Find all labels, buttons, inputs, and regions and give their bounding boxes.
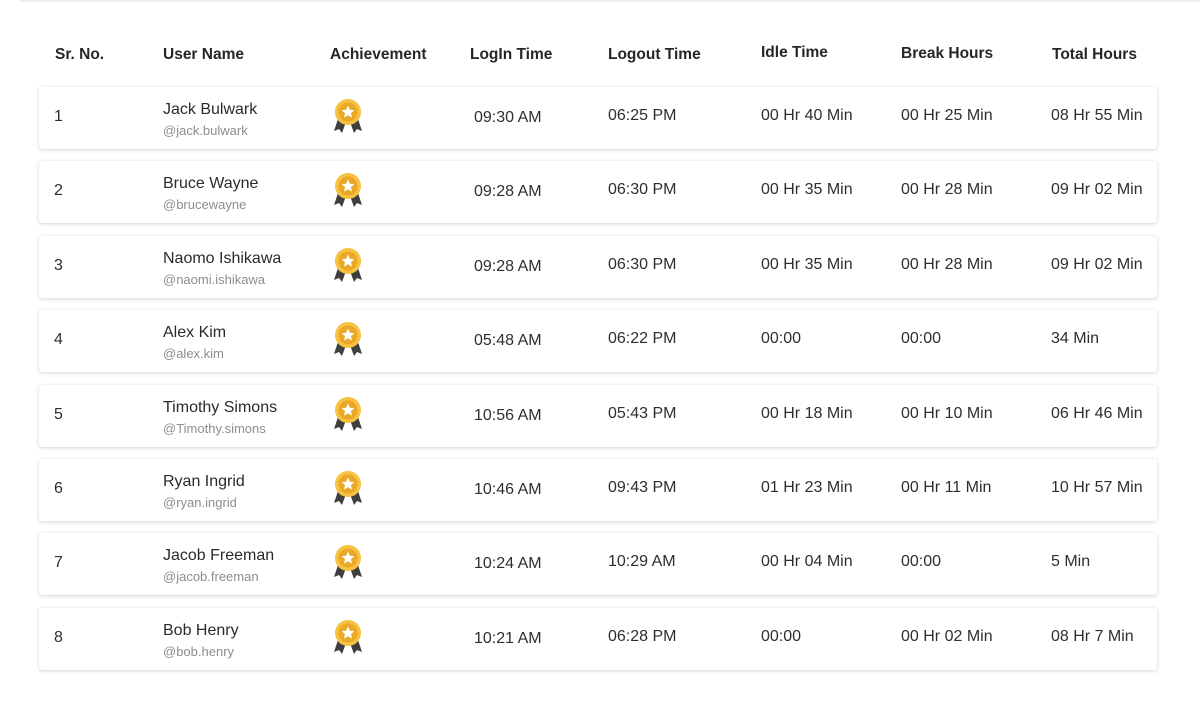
idle-time-cell: 00:00 [761,330,802,347]
login-time-cell: 10:56 AM [474,407,542,424]
user-handle: @alex.kim [163,346,224,361]
header-idle-time: Idle Time [761,44,828,61]
logout-time-cell: 06:25 PM [608,107,677,124]
logout-time-cell: 10:29 AM [608,553,676,570]
user-name: Jacob Freeman [163,547,275,564]
total-hours-cell: 08 Hr 7 Min [1051,628,1134,645]
award-medal-icon [331,320,365,360]
top-divider [20,0,1200,2]
header-total-hours: Total Hours [1052,46,1137,63]
user-name: Bob Henry [163,622,239,639]
total-hours-cell: 08 Hr 55 Min [1051,107,1143,124]
sr-no-cell: 2 [54,182,63,199]
idle-time-cell: 00 Hr 35 Min [761,256,853,273]
user-handle: @bob.henry [163,644,235,659]
login-time-cell: 10:21 AM [474,630,542,647]
user-name: Alex Kim [163,324,227,341]
user-handle: @jack.bulwark [163,123,248,138]
sr-no-cell: 3 [54,257,63,274]
logout-time-cell: 06:30 PM [608,256,677,273]
logout-time-cell: 06:22 PM [608,330,677,347]
table-row[interactable]: 5 Timothy Simons @Timothy.simons 10:56 AM 05… [39,385,1157,447]
total-hours-cell: 10 Hr 57 Min [1051,479,1143,496]
award-medal-icon [331,469,365,509]
total-hours-cell: 5 Min [1051,553,1091,570]
idle-time-cell: 00 Hr 40 Min [761,107,853,124]
logout-time-cell: 05:43 PM [608,405,677,422]
idle-time-cell: 00 Hr 04 Min [761,553,853,570]
header-break-hours: Break Hours [901,45,994,62]
table-row[interactable]: 1 Jack Bulwark @jack.bulwark 09:30 AM 06:25 … [39,87,1157,149]
table-row[interactable]: 8 Bob Henry @bob.henry 10:21 AM 06:28 PM 00:0… [39,608,1157,670]
user-name: Naomo Ishikawa [163,250,282,267]
award-medal-icon [331,395,365,435]
break-hours-cell: 00 Hr 28 Min [901,256,993,273]
logout-time-cell: 09:43 PM [608,479,677,496]
table-row[interactable]: 7 Jacob Freeman @jacob.freeman 10:24 AM 10:2… [39,533,1157,595]
header-achievement: Achievement [330,46,427,63]
sr-no-cell: 6 [54,480,63,497]
table-row[interactable]: 2 Bruce Wayne @brucewayne 09:28 AM 06:30 PM 0… [39,161,1157,223]
idle-time-cell: 00 Hr 18 Min [761,405,853,422]
table-row[interactable]: 6 Ryan Ingrid @ryan.ingrid 10:46 AM 09:43 PM… [39,459,1157,521]
login-time-cell: 05:48 AM [474,332,542,349]
award-medal-icon [331,246,365,286]
total-hours-cell: 09 Hr 02 Min [1051,256,1143,273]
total-hours-cell: 34 Min [1051,330,1100,347]
logout-time-cell: 06:30 PM [608,181,677,198]
idle-time-cell: 00 Hr 35 Min [761,181,853,198]
break-hours-cell: 00:00 [901,553,942,570]
award-medal-icon [331,171,365,211]
break-hours-cell: 00 Hr 02 Min [901,628,993,645]
login-time-cell: 10:46 AM [474,481,542,498]
sr-no-cell: 4 [54,331,63,348]
user-name: Timothy Simons [163,399,278,416]
break-hours-cell: 00:00 [901,330,942,347]
login-time-cell: 09:30 AM [474,109,542,126]
login-time-cell: 10:24 AM [474,555,542,572]
total-hours-cell: 06 Hr 46 Min [1051,405,1143,422]
user-handle: @naomi.ishikawa [163,272,266,287]
user-handle: @brucewayne [163,197,247,212]
idle-time-cell: 01 Hr 23 Min [761,479,853,496]
sr-no-cell: 8 [54,629,63,646]
header-logout-time: Logout Time [608,46,701,63]
login-time-cell: 09:28 AM [474,258,542,275]
logout-time-cell: 06:28 PM [608,628,677,645]
user-handle: @ryan.ingrid [163,495,237,510]
table-row[interactable]: 3 Naomo Ishikawa @naomi.ishikawa 09:28 AM 06… [39,236,1157,298]
attendance-page: Sr. No. User Name Achievement LogIn Time… [0,0,1200,703]
sr-no-cell: 7 [54,554,63,571]
header-user-name: User Name [163,46,244,63]
award-medal-icon [331,618,365,658]
award-medal-icon [331,543,365,583]
sr-no-cell: 1 [54,108,63,125]
table-header: Sr. No. User Name Achievement LogIn Time… [39,44,1157,70]
idle-time-cell: 00:00 [761,628,802,645]
user-handle: @jacob.freeman [163,569,259,584]
header-sr-no: Sr. No. [55,46,105,63]
user-name: Ryan Ingrid [163,473,245,490]
sr-no-cell: 5 [54,406,63,423]
user-handle: @Timothy.simons [163,421,266,436]
break-hours-cell: 00 Hr 10 Min [901,405,993,422]
award-medal-icon [331,97,365,137]
user-name: Bruce Wayne [163,175,259,192]
table-row[interactable]: 4 Alex Kim @alex.kim 05:48 AM 06:22 PM 00:00 0… [39,310,1157,372]
break-hours-cell: 00 Hr 25 Min [901,107,993,124]
break-hours-cell: 00 Hr 11 Min [901,479,992,496]
login-time-cell: 09:28 AM [474,183,542,200]
break-hours-cell: 00 Hr 28 Min [901,181,993,198]
user-name: Jack Bulwark [163,101,258,118]
total-hours-cell: 09 Hr 02 Min [1051,181,1143,198]
header-login-time: LogIn Time [470,46,553,63]
